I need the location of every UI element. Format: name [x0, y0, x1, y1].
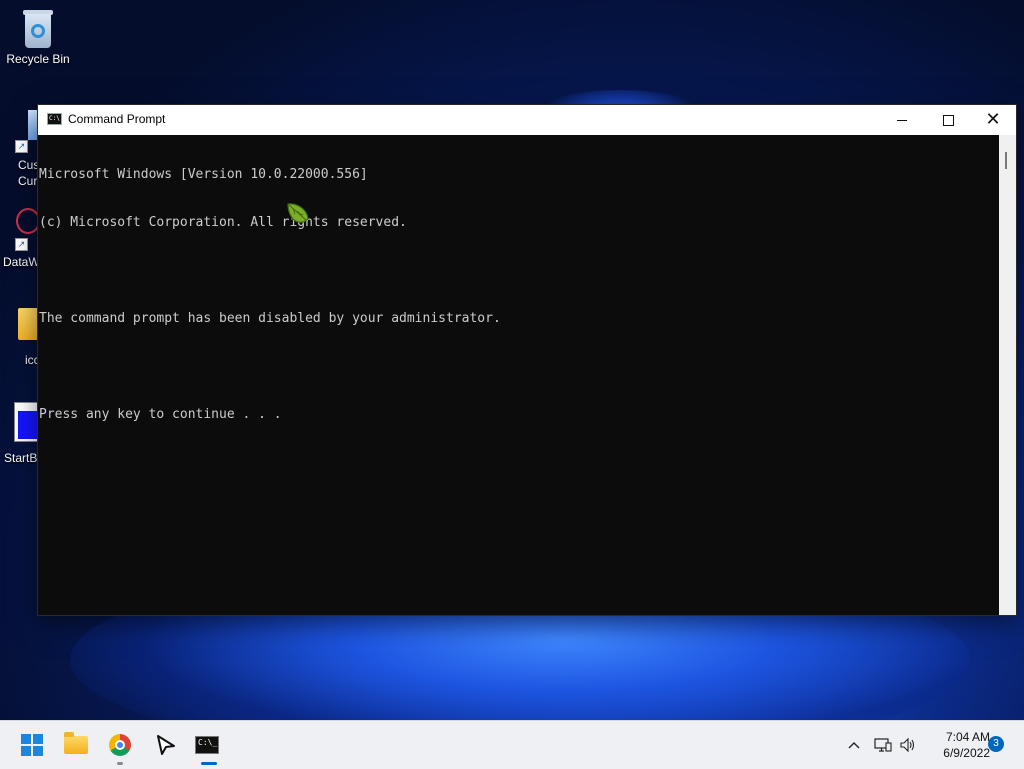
cmd-icon: C:\_ [195, 736, 219, 754]
leaf-cursor-icon [287, 203, 309, 223]
desktop-icon-label: Cus Cur [18, 158, 40, 188]
maximize-button[interactable] [925, 105, 971, 135]
scrollbar-thumb[interactable] [1005, 152, 1007, 169]
folder-icon [18, 308, 40, 340]
startbl-app-icon [14, 402, 40, 442]
taskbar-command-prompt[interactable]: C:\_ [187, 725, 227, 765]
clock-time: 7:04 AM [945, 730, 990, 744]
network-icon [874, 738, 892, 752]
speaker-icon [900, 737, 915, 753]
volume-button[interactable] [897, 721, 919, 769]
console-line: Microsoft Windows [Version 10.0.22000.55… [39, 167, 368, 182]
chrome-running-indicator [117, 762, 123, 765]
console-line: The command prompt has been disabled by … [39, 311, 501, 326]
chevron-up-icon [848, 742, 860, 749]
taskbar: C:\_ 7:04 AM 6/9/2022 [0, 720, 1024, 769]
taskbar-chrome[interactable] [100, 725, 140, 765]
chrome-icon [109, 734, 131, 756]
show-hidden-icons-button[interactable] [842, 721, 866, 769]
desktop-icon-label: DataW [3, 255, 40, 269]
close-icon: ✕ [985, 109, 1001, 130]
vertical-scrollbar[interactable] [999, 135, 1016, 615]
desktop-icon-label: StartBl [4, 451, 41, 465]
folder-icon [64, 732, 88, 754]
clock-date: 6/9/2022 [943, 746, 990, 760]
cmd-icon: C:\ [47, 113, 62, 125]
desktop-icon-recycle-bin[interactable]: Recycle Bin [0, 8, 76, 66]
window-titlebar[interactable]: C:\ Command Prompt ✕ [38, 105, 1016, 135]
start-button[interactable] [12, 725, 52, 765]
clock[interactable]: 7:04 AM 6/9/2022 [922, 729, 990, 761]
network-button[interactable] [872, 721, 894, 769]
windows-logo-icon [21, 734, 43, 756]
minimize-button[interactable] [879, 105, 925, 135]
recycle-bin-icon [21, 8, 55, 48]
cmd-active-indicator [201, 762, 217, 765]
shortcut-arrow-icon: ↗ [15, 238, 28, 251]
maximize-icon [942, 114, 954, 126]
console-line: Press any key to continue . . . [39, 407, 282, 422]
taskbar-pointer-app[interactable] [146, 725, 186, 765]
minimize-icon [897, 119, 907, 121]
pointer-arrow-icon [157, 735, 175, 755]
console-line: (c) Microsoft Corporation. All rights re… [39, 215, 407, 230]
shortcut-icon [28, 110, 38, 140]
window-title: Command Prompt [68, 112, 166, 126]
command-prompt-window: C:\ Command Prompt ✕ Microsoft Windows [… [38, 105, 1016, 615]
taskbar-file-explorer[interactable] [56, 725, 96, 765]
console-output[interactable]: Microsoft Windows [Version 10.0.22000.55… [39, 135, 999, 615]
notification-badge[interactable]: 3 [988, 736, 1004, 752]
shortcut-arrow-icon: ↗ [15, 140, 28, 153]
dataw-app-icon [16, 208, 40, 234]
desktop-icon-label: Recycle Bin [6, 52, 70, 66]
close-button[interactable]: ✕ [970, 105, 1016, 135]
